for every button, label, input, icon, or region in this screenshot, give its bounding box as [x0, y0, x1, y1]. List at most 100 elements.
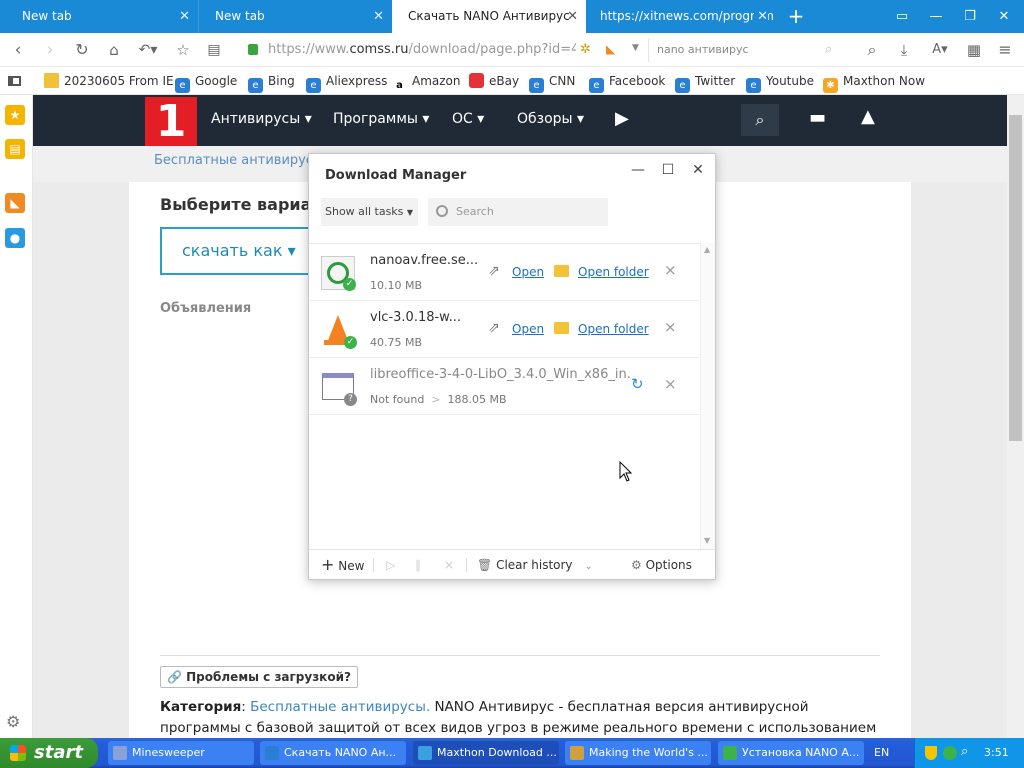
new-download-button[interactable]: + New	[321, 550, 364, 581]
rss-reader-icon[interactable]: ◣	[5, 193, 25, 213]
download-item[interactable]: ? libreoffice-3-4-0-LibO_3.4.0_Win_x86_i…	[309, 358, 699, 415]
language-indicator[interactable]: EN	[874, 738, 889, 768]
extensions-icon[interactable]: ▦	[960, 33, 988, 67]
open-folder-link[interactable]: Open folder	[578, 322, 649, 336]
bookmarks-panel-icon[interactable]	[8, 76, 21, 86]
remove-icon[interactable]: ×	[664, 375, 677, 393]
comments-icon[interactable]: ▬	[809, 107, 826, 128]
restore-button[interactable]: ❐	[953, 0, 987, 33]
undo-close-button[interactable]: ↶▾	[131, 33, 165, 67]
url-dropdown-icon[interactable]: ▼	[632, 43, 639, 53]
close-icon[interactable]: ✕	[373, 0, 384, 33]
rss-icon[interactable]: ◣	[606, 42, 615, 56]
open-file-icon[interactable]: ⇗	[488, 263, 500, 279]
bee-extension-icon[interactable]: ✲	[580, 42, 591, 57]
reload-button[interactable]: ↻	[68, 33, 96, 67]
taskbar-item-download-manager[interactable]: Maxthon Download ...	[413, 741, 559, 765]
back-button[interactable]: ‹	[4, 33, 32, 67]
retry-icon[interactable]: ↻	[631, 375, 644, 393]
tray-search-icon[interactable]: ⌕	[961, 744, 968, 759]
menu-programs[interactable]: Программы ▾	[333, 95, 429, 146]
bookmark-folder[interactable]: 20230605 From IE	[44, 67, 174, 95]
sidebar-toggle-icon[interactable]: ▭	[885, 0, 919, 33]
download-problems-button[interactable]: 🔗 Проблемы с загрузкой?	[160, 666, 358, 688]
remove-icon[interactable]: ×	[664, 318, 677, 336]
dm-close-button[interactable]: ✕	[683, 162, 713, 182]
folder-icon[interactable]	[554, 265, 569, 277]
bookmark-cnn[interactable]: e CNN	[529, 67, 575, 95]
open-file-icon[interactable]: ⇗	[488, 320, 500, 336]
search-input[interactable]: nano антивирус	[657, 38, 749, 62]
category-link[interactable]: Бесплатные антивирусы.	[250, 699, 430, 715]
close-icon[interactable]: ✕	[754, 0, 768, 33]
minimize-button[interactable]: —	[919, 0, 953, 33]
menu-more-arrow-icon[interactable]: ▶	[615, 95, 629, 146]
bookmark-aliexpress[interactable]: e Aliexpress	[306, 67, 387, 95]
scrollbar-thumb[interactable]	[1009, 115, 1022, 441]
bookmark-bing[interactable]: e Bing	[248, 67, 295, 95]
site-logo[interactable]: 1	[145, 97, 197, 147]
open-link[interactable]: Open	[512, 265, 544, 279]
chat-bubble-icon[interactable]: ●	[5, 228, 25, 248]
folder-icon[interactable]	[554, 322, 569, 334]
taskbar-item-nano-install[interactable]: Установка NANO А...	[718, 741, 864, 765]
clear-history-button[interactable]: 🗑 Clear history ⌄	[477, 550, 593, 582]
resume-icon[interactable]: ▷	[386, 550, 395, 580]
download-item[interactable]: ✓ vlc-3.0.18-w... 40.75 MB ⇗ Open Open f…	[309, 301, 699, 358]
notes-icon[interactable]: ▤	[5, 139, 25, 159]
translate-icon[interactable]: ⌕	[858, 33, 886, 67]
taskbar-item-making-the-world[interactable]: Making the World's ...	[565, 741, 711, 765]
tab-xitnews[interactable]: https://xitnews.com/program ✕	[586, 0, 776, 33]
notifications-bell-icon[interactable]: ▲	[861, 106, 875, 127]
close-icon[interactable]: ✕	[179, 0, 190, 33]
download-item[interactable]: ✓ nanoav.free.se... 10.10 MB ⇗ Open Open…	[309, 244, 699, 301]
pause-icon[interactable]: ∥	[415, 550, 421, 580]
delete-icon[interactable]: ×	[444, 550, 454, 580]
taskbar-item-browser[interactable]: Скачать NANO Ан...	[260, 741, 406, 765]
options-button[interactable]: ⚙ Options	[631, 550, 692, 580]
close-window-button[interactable]: ✕	[987, 0, 1021, 33]
close-icon[interactable]: ✕	[567, 0, 578, 33]
bookmark-twitter[interactable]: e Twitter	[675, 67, 735, 95]
dm-maximize-button[interactable]: ☐	[653, 162, 683, 182]
remove-icon[interactable]: ×	[664, 261, 677, 279]
start-button[interactable]: start	[0, 738, 98, 768]
dm-search-input[interactable]: Search	[428, 198, 608, 226]
task-filter-dropdown[interactable]: Show all tasks ▼	[321, 198, 418, 226]
tray-app-icon[interactable]	[943, 746, 957, 760]
bookmark-maxthon-now[interactable]: ✱ Maxthon Now	[823, 67, 925, 95]
forward-button[interactable]: ›	[36, 33, 64, 67]
favorite-star-icon[interactable]: ☆	[169, 33, 197, 67]
download-icon[interactable]: ⤓	[890, 33, 918, 67]
tab-new-1[interactable]: New tab ✕	[0, 0, 198, 33]
menu-icon[interactable]: ≡	[991, 33, 1019, 67]
site-search-icon[interactable]: ⌕	[741, 104, 779, 136]
taskbar-item-minesweeper[interactable]: Minesweeper	[108, 741, 254, 765]
scroll-up-icon[interactable]: ▲	[704, 245, 710, 254]
bookmark-youtube[interactable]: e Youtube	[746, 67, 814, 95]
new-tab-button[interactable]: +	[779, 0, 813, 33]
security-shield-icon[interactable]	[925, 746, 937, 760]
bookmark-facebook[interactable]: e Facebook	[589, 67, 665, 95]
home-button[interactable]: ⌂	[100, 33, 128, 67]
bookmark-ebay[interactable]: eBay	[469, 67, 519, 95]
bookmark-google[interactable]: e Google	[175, 67, 237, 95]
scroll-down-icon[interactable]: ▼	[704, 536, 710, 545]
open-link[interactable]: Open	[512, 322, 544, 336]
dm-minimize-button[interactable]: —	[623, 162, 653, 182]
url-field[interactable]: https://www.comss.ru/download/page.php?i…	[268, 33, 576, 67]
dm-scrollbar[interactable]: ▲ ▼	[700, 243, 715, 549]
settings-gear-icon[interactable]: ⚙	[6, 712, 20, 731]
bookmark-amazon[interactable]: a Amazon	[392, 67, 461, 95]
menu-antivirus[interactable]: Антивирусы ▾	[211, 95, 312, 146]
breadcrumb[interactable]: Бесплатные антивирусы	[154, 153, 323, 168]
open-folder-link[interactable]: Open folder	[578, 265, 649, 279]
menu-reviews[interactable]: Обзоры ▾	[517, 95, 584, 146]
favorites-star-icon[interactable]: ★	[5, 105, 25, 125]
tab-nano-antivirus[interactable]: Скачать NANO Антивирус ✕	[392, 0, 586, 33]
search-box[interactable]: nano антивирус ⌕	[648, 38, 844, 62]
menu-os[interactable]: ОС ▾	[452, 95, 484, 146]
reader-mode-icon[interactable]: ▤	[200, 33, 228, 67]
page-scrollbar[interactable]	[1007, 95, 1024, 738]
download-as-button[interactable]: скачать как ▾	[160, 227, 310, 275]
